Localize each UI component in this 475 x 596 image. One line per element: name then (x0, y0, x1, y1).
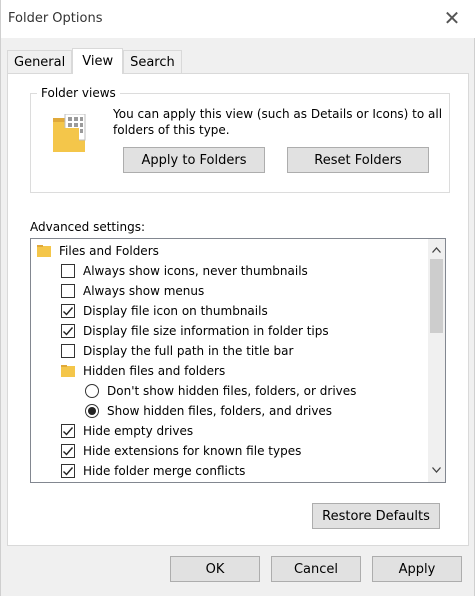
radio-dot (88, 407, 96, 415)
list-item-hide-empty-drives[interactable]: Hide empty drives (61, 421, 193, 441)
apply-to-folders-button[interactable]: Apply to Folders (123, 147, 265, 173)
list-item-label: Hide empty drives (83, 424, 194, 438)
checkbox-checked[interactable] (61, 304, 75, 318)
list-item-display-file-size[interactable]: Display file size information in folder … (61, 321, 329, 341)
folder-views-label: Folder views (37, 86, 120, 100)
list-item-always-show-menus[interactable]: Always show menus (61, 281, 204, 301)
folder-view-icon (53, 114, 86, 152)
scroll-down-icon[interactable] (428, 461, 445, 478)
checkbox[interactable] (61, 264, 75, 278)
checkmark-icon (63, 467, 74, 476)
checkbox-checked[interactable] (61, 324, 75, 338)
list-item-label: Show hidden files, folders, and drives (107, 404, 333, 418)
tab-view[interactable]: View (72, 48, 124, 74)
vertical-scrollbar[interactable] (428, 239, 445, 482)
radio-button[interactable] (85, 384, 99, 398)
list-item-label: Always show icons, never thumbnails (83, 264, 308, 278)
list-item-label: Files and Folders (59, 244, 159, 258)
tab-strip: General View Search (7, 48, 182, 74)
checkmark-icon (63, 427, 74, 436)
cancel-button[interactable]: Cancel (271, 556, 361, 582)
list-item-hidden-files-and-folders: Hidden files and folders (61, 361, 225, 381)
advanced-settings-list[interactable]: Files and Folders Always show icons, nev… (30, 238, 446, 483)
list-item-label: Display file icon on thumbnails (83, 304, 268, 318)
list-item-display-full-path[interactable]: Display the full path in the title bar (61, 341, 293, 361)
view-tab-panel: Folder views You can apply this view (su… (7, 73, 469, 546)
folder-icon (61, 365, 75, 377)
ok-button[interactable]: OK (170, 556, 260, 582)
apply-button[interactable]: Apply (372, 556, 462, 582)
list-item-hide-merge-conflicts[interactable]: Hide folder merge conflicts (61, 461, 245, 481)
tab-search[interactable]: Search (123, 50, 182, 74)
window-title: Folder Options (8, 11, 103, 26)
list-item-label: Always show menus (83, 284, 205, 298)
list-item-display-file-icon[interactable]: Display file icon on thumbnails (61, 301, 268, 321)
list-item-label: Display file size information in folder … (83, 324, 329, 338)
list-item-show-hidden[interactable]: Show hidden files, folders, and drives (85, 401, 332, 421)
list-item-label: Hide folder merge conflicts (83, 464, 246, 478)
checkmark-icon (63, 447, 74, 456)
title-bar: Folder Options ✕ (1, 0, 475, 38)
list-item-files-and-folders: Files and Folders (37, 241, 159, 261)
checkbox[interactable] (61, 284, 75, 298)
checkbox-checked[interactable] (61, 424, 75, 438)
advanced-settings-label: Advanced settings: (30, 220, 145, 234)
tab-general[interactable]: General (7, 50, 73, 74)
list-item-label: Hide extensions for known file types (83, 444, 302, 458)
close-icon[interactable]: ✕ (434, 3, 470, 33)
radio-button-selected[interactable] (85, 404, 99, 418)
checkbox-checked[interactable] (61, 444, 75, 458)
checkbox[interactable] (61, 344, 75, 358)
list-item-dont-show-hidden[interactable]: Don't show hidden files, folders, or dri… (85, 381, 356, 401)
checkbox-checked[interactable] (61, 464, 75, 478)
folder-views-group: Folder views You can apply this view (su… (30, 86, 450, 193)
list-item-hide-extensions[interactable]: Hide extensions for known file types (61, 441, 301, 461)
list-item-always-show-icons[interactable]: Always show icons, never thumbnails (61, 261, 308, 281)
checkmark-icon (63, 327, 74, 336)
folder-icon (37, 245, 51, 257)
checkmark-icon (63, 307, 74, 316)
list-item-label: Hidden files and folders (83, 364, 226, 378)
folder-views-description: You can apply this view (such as Details… (113, 107, 443, 137)
scroll-up-icon[interactable] (428, 241, 445, 258)
restore-defaults-button[interactable]: Restore Defaults (312, 503, 440, 529)
list-item-label: Display the full path in the title bar (83, 344, 294, 358)
folder-options-dialog: Folder Options ✕ General View Search Fol… (0, 0, 475, 596)
list-item-label: Don't show hidden files, folders, or dri… (107, 384, 357, 398)
reset-folders-button[interactable]: Reset Folders (287, 147, 429, 173)
scroll-thumb[interactable] (430, 259, 443, 333)
